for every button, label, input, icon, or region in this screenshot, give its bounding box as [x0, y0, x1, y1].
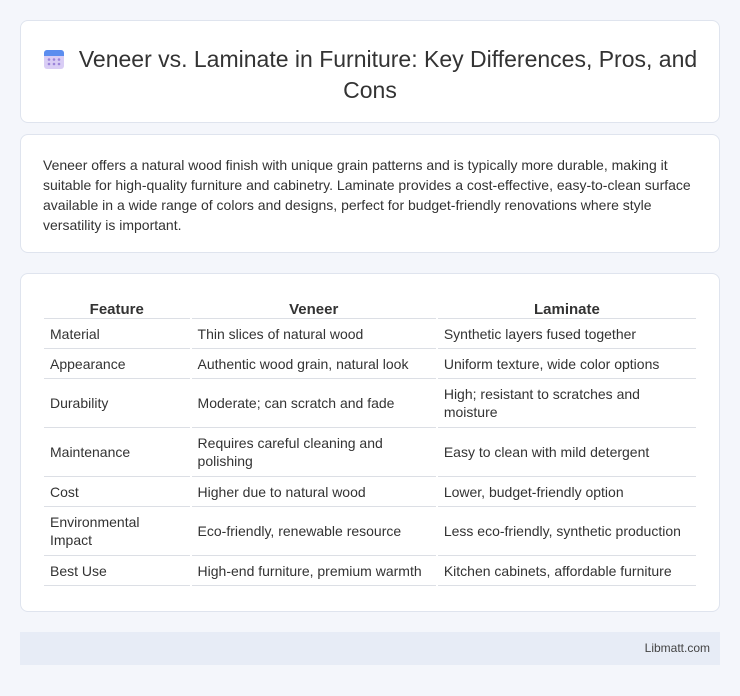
table-row: Durability Moderate; can scratch and fad… [44, 379, 696, 428]
table-row: Maintenance Requires careful cleaning an… [44, 428, 696, 477]
cell-feature: Environmental Impact [44, 507, 190, 556]
cell-feature: Best Use [44, 556, 190, 586]
footer: Libmatt.com [20, 632, 720, 665]
title-card: Veneer vs. Laminate in Furniture: Key Di… [20, 20, 720, 123]
cell-laminate: High; resistant to scratches and moistur… [437, 379, 696, 428]
footer-site-link[interactable]: Libmatt.com [645, 641, 710, 655]
cell-veneer: High-end furniture, premium warmth [191, 556, 436, 586]
cell-laminate: Lower, budget-friendly option [437, 477, 696, 507]
title-wrap: Veneer vs. Laminate in Furniture: Key Di… [21, 44, 719, 106]
cell-feature: Durability [44, 379, 190, 428]
cell-laminate: Easy to clean with mild detergent [437, 428, 696, 477]
cell-feature: Maintenance [44, 428, 190, 477]
cell-laminate: Synthetic layers fused together [437, 319, 696, 349]
comparison-table: Feature Veneer Laminate Material Thin sl… [42, 295, 698, 586]
page-title: Veneer vs. Laminate in Furniture: Key Di… [78, 46, 698, 103]
summary-card: Veneer offers a natural wood finish with… [20, 134, 720, 253]
header-laminate: Laminate [437, 295, 696, 319]
header-feature: Feature [44, 295, 190, 319]
cell-feature: Cost [44, 477, 190, 507]
cell-laminate: Less eco-friendly, synthetic production [437, 507, 696, 556]
cell-veneer: Requires careful cleaning and polishing [191, 428, 436, 477]
summary-text: Veneer offers a natural wood finish with… [43, 157, 691, 233]
table-row: Environmental Impact Eco-friendly, renew… [44, 507, 696, 556]
calendar-icon [43, 48, 65, 70]
cell-veneer: Eco-friendly, renewable resource [191, 507, 436, 556]
comparison-table-card: Feature Veneer Laminate Material Thin sl… [20, 273, 720, 612]
cell-veneer: Authentic wood grain, natural look [191, 349, 436, 379]
table-header-row: Feature Veneer Laminate [44, 295, 696, 319]
cell-veneer: Thin slices of natural wood [191, 319, 436, 349]
cell-feature: Appearance [44, 349, 190, 379]
cell-laminate: Uniform texture, wide color options [437, 349, 696, 379]
table-row: Best Use High-end furniture, premium war… [44, 556, 696, 586]
table-row: Material Thin slices of natural wood Syn… [44, 319, 696, 349]
header-veneer: Veneer [191, 295, 436, 319]
cell-feature: Material [44, 319, 190, 349]
cell-veneer: Moderate; can scratch and fade [191, 379, 436, 428]
table-row: Cost Higher due to natural wood Lower, b… [44, 477, 696, 507]
cell-veneer: Higher due to natural wood [191, 477, 436, 507]
table-row: Appearance Authentic wood grain, natural… [44, 349, 696, 379]
cell-laminate: Kitchen cabinets, affordable furniture [437, 556, 696, 586]
